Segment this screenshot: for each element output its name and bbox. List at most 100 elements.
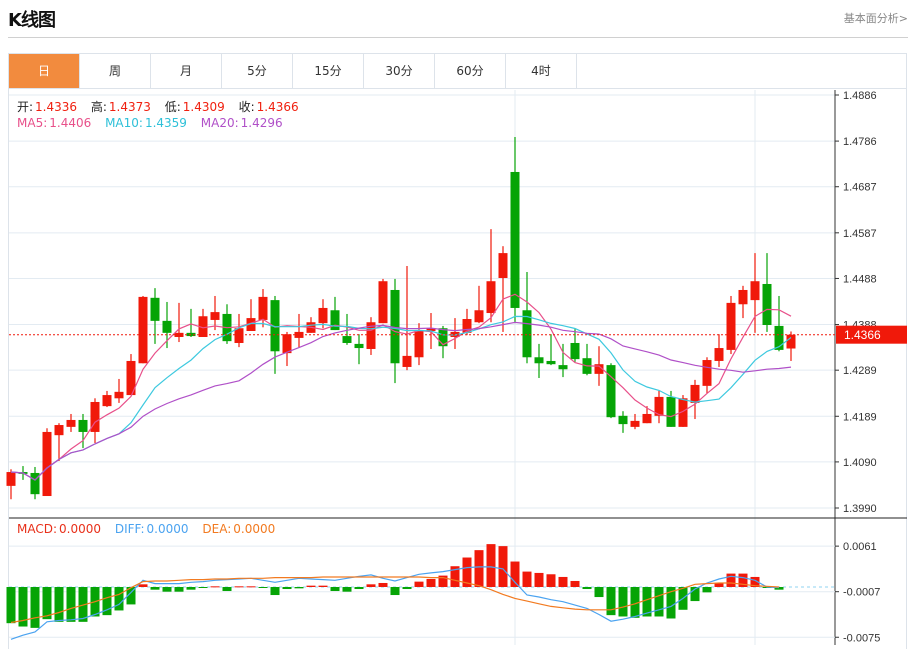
y-tick-label: 1.4189: [843, 411, 877, 423]
macd-bar-positive: [498, 546, 508, 587]
candle-up: [102, 395, 112, 407]
macd-bar-positive: [414, 581, 424, 587]
y-tick-label: 1.4090: [843, 457, 877, 469]
macd-bar-positive: [570, 580, 580, 587]
macd-bar-negative: [150, 587, 160, 590]
candle-up: [6, 472, 16, 486]
candle-up: [498, 253, 508, 278]
candle-up: [138, 296, 148, 364]
ma20-label: MA20:: [200, 116, 239, 130]
macd-bar-positive: [534, 572, 544, 587]
candle-up: [234, 328, 244, 343]
macd-bar-negative: [162, 587, 172, 592]
macd-bar-positive: [546, 574, 556, 587]
candle-up: [726, 302, 736, 350]
macd-bar-negative: [702, 587, 712, 593]
macd-bar-negative: [114, 587, 124, 611]
close-value: 1.4366: [256, 100, 299, 114]
candle-up: [210, 312, 220, 320]
candle-down: [606, 365, 616, 418]
candle-up: [702, 360, 712, 386]
candle-up: [54, 425, 64, 436]
dea-value: 0.0000: [233, 522, 276, 536]
candle-up: [486, 281, 496, 314]
macd-value: 0.0000: [59, 522, 102, 536]
macd-bar-negative: [330, 587, 340, 592]
candle-down: [666, 396, 676, 427]
macd-bar-negative: [6, 587, 16, 624]
macd-bar-positive: [426, 578, 436, 587]
open-value: 1.4336: [35, 100, 78, 114]
y-tick-label: 1.4488: [843, 273, 877, 285]
ma10-label: MA10:: [105, 116, 143, 130]
diff-line: [10, 566, 780, 640]
macd-bar-negative: [198, 587, 208, 588]
candle-down: [570, 342, 580, 360]
macd-bar-positive: [234, 586, 244, 588]
dea-label: DEA:: [202, 522, 232, 536]
candle-up: [66, 419, 76, 427]
macd-bar-negative: [582, 587, 592, 590]
macd-bar-negative: [282, 587, 292, 590]
macd-bar-negative: [594, 587, 604, 598]
macd-bar-positive: [726, 573, 736, 587]
macd-bar-positive: [210, 586, 220, 588]
kline-chart[interactable]: 1.48861.47861.46871.45871.44881.43881.42…: [0, 0, 910, 645]
macd-bar-negative: [54, 587, 64, 622]
ohlc-info: 开: 1.4336 高: 1.4373 低: 1.4309 收: 1.4366: [17, 98, 301, 115]
candle-up: [282, 334, 292, 354]
close-label: 收:: [238, 100, 255, 114]
macd-bar-negative: [30, 587, 40, 628]
macd-bar-negative: [66, 587, 76, 622]
macd-y-tick-label: -0.0075: [843, 632, 880, 644]
macd-bar-negative: [618, 587, 628, 617]
macd-bar-negative: [654, 587, 664, 617]
candle-down: [510, 171, 520, 308]
low-label: 低:: [164, 100, 181, 114]
candle-up: [630, 420, 640, 427]
macd-bar-positive: [246, 586, 256, 588]
candle-down: [354, 343, 364, 349]
candle-down: [78, 419, 88, 432]
macd-bar-negative: [174, 587, 184, 592]
diff-label: DIFF:: [114, 522, 145, 536]
candle-up: [42, 431, 52, 497]
y-tick-label: 1.4289: [843, 365, 877, 377]
open-label: 开:: [17, 100, 34, 114]
ma5-value: 1.4406: [49, 116, 92, 130]
y-tick-label: 1.4886: [843, 90, 877, 102]
macd-y-tick-label: -0.0007: [843, 587, 880, 599]
low-value: 1.4309: [182, 100, 225, 114]
dea-line: [10, 576, 780, 624]
macd-bar-positive: [474, 550, 484, 587]
macd-bar-negative: [354, 587, 364, 590]
macd-bar-negative: [222, 587, 232, 592]
candle-down: [546, 360, 556, 365]
macd-bar-negative: [186, 587, 196, 590]
candle-up: [318, 307, 328, 324]
ma-info: MA5: 1.4406 MA10: 1.4359 MA20: 1.4296: [17, 116, 285, 130]
ma20-value: 1.4296: [240, 116, 283, 130]
candle-down: [342, 336, 352, 343]
diff-value: 0.0000: [146, 522, 189, 536]
candle-up: [750, 281, 760, 301]
candle-up: [642, 413, 652, 424]
candle-up: [786, 334, 796, 349]
candle-down: [330, 310, 340, 331]
macd-bar-negative: [258, 587, 268, 588]
ma5-label: MA5:: [17, 116, 48, 130]
macd-bar-positive: [318, 585, 328, 587]
candle-down: [762, 283, 772, 326]
candle-up: [738, 289, 748, 305]
macd-bar-positive: [306, 585, 316, 587]
ma10-value: 1.4359: [144, 116, 187, 130]
macd-bar-positive: [558, 576, 568, 587]
macd-bar-negative: [606, 587, 616, 616]
macd-bar-positive: [510, 561, 520, 587]
current-price-label: 1.4366: [844, 328, 881, 342]
macd-bar-positive: [522, 571, 532, 587]
macd-bar-negative: [390, 587, 400, 596]
macd-bar-negative: [270, 587, 280, 596]
candle-down: [150, 297, 160, 321]
candle-up: [402, 355, 412, 367]
